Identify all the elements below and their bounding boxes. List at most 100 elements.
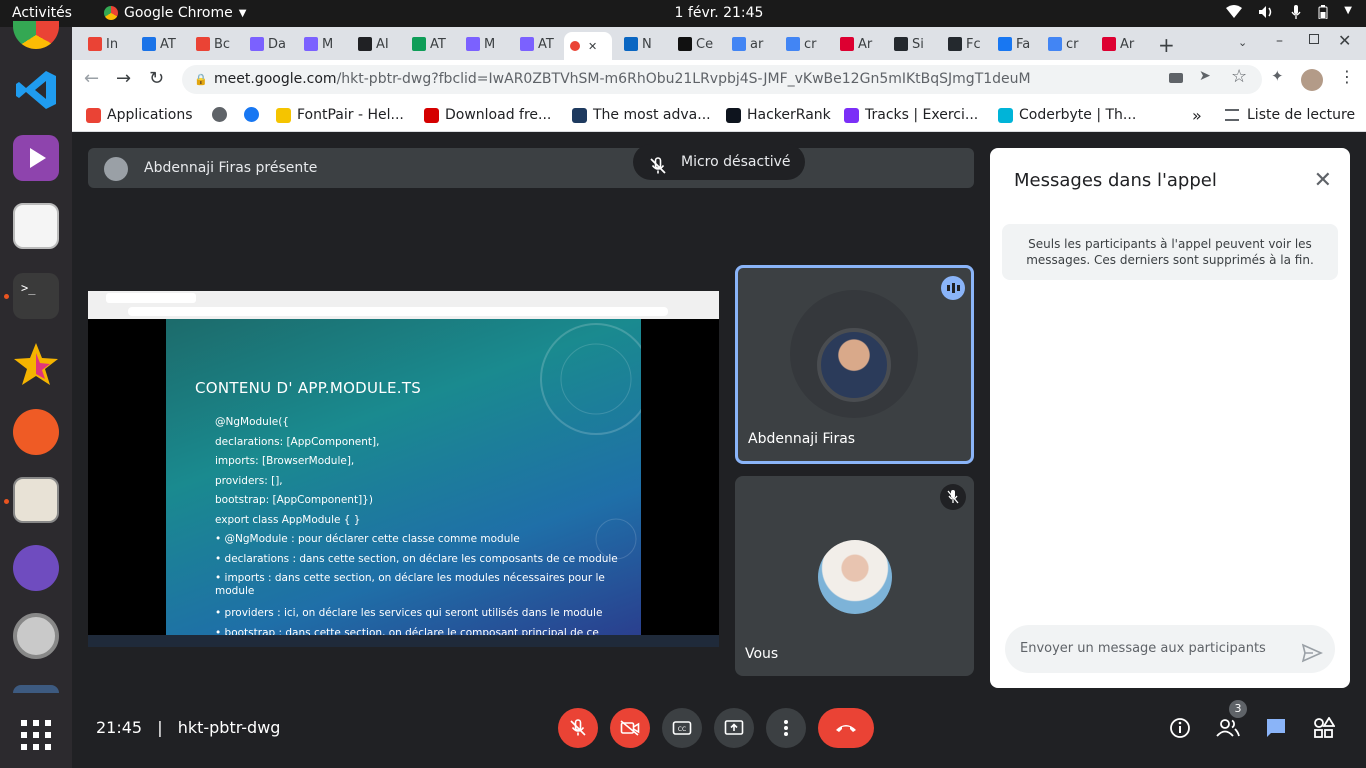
browser-launcher[interactable] (13, 545, 59, 591)
reading-list-button[interactable]: Liste de lecture (1225, 107, 1355, 123)
chat-icon (1267, 719, 1285, 737)
tab[interactable]: Ce (672, 32, 716, 56)
bookmark-favicon-icon (572, 107, 587, 123)
camera-off-icon (620, 720, 640, 736)
meeting-details-button[interactable] (1164, 712, 1196, 744)
lock-icon: 🔒 (194, 73, 208, 86)
tab[interactable]: M (298, 32, 342, 56)
tab[interactable]: AT (406, 32, 450, 56)
tab[interactable]: AT (514, 32, 558, 56)
tab[interactable]: In (82, 32, 126, 56)
bookmark-item[interactable]: The most adva... (572, 107, 711, 123)
more-options-button[interactable] (766, 708, 806, 748)
vscode-launcher[interactable] (13, 67, 59, 113)
chat-message-input[interactable]: Envoyer un message aux participants (1005, 625, 1335, 673)
tab[interactable]: cr (1042, 32, 1086, 56)
chat-button[interactable] (1260, 712, 1292, 744)
bookmark-star-icon[interactable]: ☆ (1231, 66, 1247, 87)
close-window-button[interactable]: ✕ (1338, 31, 1351, 50)
slide-line: • @NgModule : pour déclarer cette classe… (215, 533, 520, 545)
address-bar[interactable]: 🔒 meet.google.com/hkt-pbtr-dwg?fbclid=Iw… (182, 65, 1262, 94)
tab[interactable]: Da (244, 32, 288, 56)
participant-tile[interactable]: Abdennaji Firas (735, 265, 974, 464)
activities-icon (1314, 717, 1335, 738)
tab[interactable]: AT (136, 32, 180, 56)
maximize-button[interactable] (1309, 34, 1319, 44)
activities-button[interactable] (1308, 712, 1340, 744)
present-screen-button[interactable] (714, 708, 754, 748)
bookmark-item[interactable]: Tracks | Exerci... (844, 107, 978, 123)
tab[interactable]: ✕ (564, 32, 612, 60)
tab[interactable]: cr (780, 32, 824, 56)
clock[interactable]: 1 févr. 21:45 (0, 5, 1366, 21)
new-tab-button[interactable]: + (1158, 33, 1175, 57)
bookmark-item[interactable] (244, 107, 259, 122)
tab-label: N (642, 36, 652, 52)
bookmark-item[interactable]: Download fre... (424, 107, 551, 123)
tab-label: Bc (214, 36, 231, 52)
toggle-camera-button[interactable] (610, 708, 650, 748)
forward-arrow-icon[interactable]: → (116, 68, 131, 89)
settings-launcher[interactable] (13, 613, 59, 659)
bookmark-item[interactable]: FontPair - Hel... (276, 107, 404, 123)
video-player-launcher[interactable] (13, 135, 59, 181)
bookmark-item[interactable]: Coderbyte | Th... (998, 107, 1136, 123)
camera-icon[interactable] (1169, 73, 1183, 83)
document-viewer-launcher[interactable] (13, 203, 59, 249)
tab[interactable]: Si (888, 32, 932, 56)
volume-icon (1258, 5, 1274, 23)
minimize-button[interactable]: – (1276, 33, 1283, 49)
leave-call-button[interactable] (818, 708, 874, 748)
extensions-icon[interactable]: ✦ (1271, 67, 1284, 85)
bookmark-label: HackerRank (747, 107, 831, 123)
tab[interactable]: Bc (190, 32, 234, 56)
send-icon[interactable] (1301, 637, 1323, 663)
back-arrow-icon[interactable]: ← (84, 68, 99, 89)
profile-avatar[interactable] (1301, 69, 1323, 91)
tab[interactable]: N (618, 32, 662, 56)
captions-button[interactable]: CC (662, 708, 702, 748)
tab[interactable]: ar (726, 32, 770, 56)
self-tile[interactable]: Vous (735, 476, 974, 676)
tab[interactable]: Fc (942, 32, 986, 56)
bookmarks-overflow-button[interactable]: » (1192, 106, 1202, 125)
slide-line: bootstrap: [AppComponent]}) (215, 494, 373, 506)
reading-list-icon (1225, 109, 1239, 121)
app-launcher-partial[interactable] (13, 685, 59, 693)
participant-count-badge: 3 (1229, 700, 1247, 718)
tab-label: M (484, 36, 496, 52)
files-launcher[interactable] (13, 477, 59, 523)
presentation-slide: CONTENU D' APP.MODULE.TS @NgModule({decl… (166, 319, 641, 635)
tab[interactable]: M (460, 32, 504, 56)
tab[interactable]: Fa (992, 32, 1036, 56)
app-icon (304, 37, 318, 51)
close-tab-icon[interactable]: ✕ (588, 40, 597, 53)
bookmark-label: FontPair - Hel... (297, 107, 404, 123)
chrome-launcher[interactable] (13, 21, 59, 49)
show-applications-button[interactable] (13, 715, 59, 761)
terminal-launcher[interactable]: >_ (13, 273, 59, 319)
angular-icon (1102, 37, 1116, 51)
url-domain: meet.google.com (214, 71, 337, 87)
toggle-mic-button[interactable] (558, 708, 598, 748)
bookmark-item[interactable] (212, 107, 227, 122)
self-name: Vous (745, 646, 779, 662)
tab-search-icon[interactable]: ⌄ (1238, 36, 1247, 49)
close-icon[interactable]: ✕ (1314, 168, 1332, 193)
tab[interactable]: AI (352, 32, 396, 56)
tab[interactable]: Ar (834, 32, 878, 56)
mic-status-pill: Micro désactivé (633, 144, 805, 180)
tab-label: In (106, 36, 119, 52)
gmail-icon (88, 37, 102, 51)
menu-kebab-icon[interactable]: ⋮ (1339, 67, 1355, 86)
meeting-code: hkt-pbtr-dwg (177, 718, 281, 737)
tab[interactable]: Ar (1096, 32, 1140, 56)
starred-app-launcher[interactable] (13, 341, 59, 387)
bookmark-item[interactable]: HackerRank (726, 107, 831, 123)
chat-input-placeholder: Envoyer un message aux participants (1020, 641, 1266, 656)
send-icon[interactable]: ➤ (1199, 68, 1211, 84)
reload-icon[interactable]: ↻ (149, 68, 164, 89)
postman-launcher[interactable] (13, 409, 59, 455)
system-tray[interactable]: ▼ (1226, 5, 1352, 23)
bookmark-item[interactable]: Applications (86, 107, 193, 123)
